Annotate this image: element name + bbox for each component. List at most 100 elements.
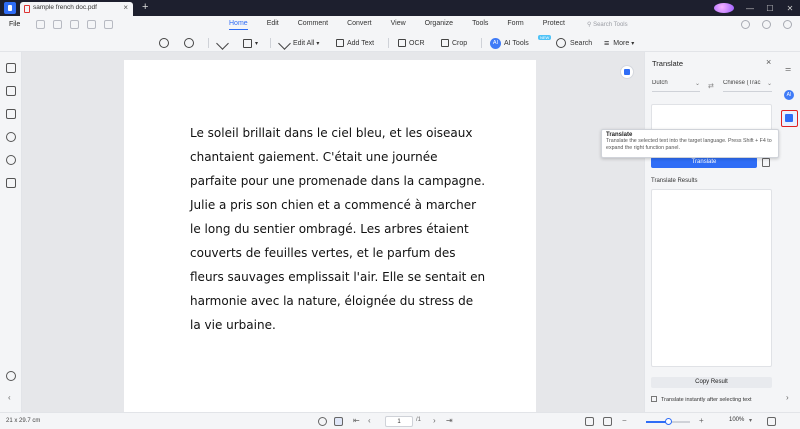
next-page-icon[interactable]: › — [433, 416, 436, 425]
copy-result-button[interactable]: Copy Result — [651, 377, 772, 388]
highlight-button[interactable] — [216, 36, 231, 50]
translate-instantly-option[interactable]: Translate instantly after selecting text — [651, 396, 752, 403]
document-tab[interactable]: sample french doc.pdf × — [20, 2, 133, 16]
swap-languages-icon[interactable]: ⇄ — [708, 82, 714, 90]
shape-button[interactable]: ▾ — [243, 36, 258, 50]
target-language-value: Chinese (Trac — [723, 80, 761, 86]
current-page: 1 — [397, 419, 401, 425]
translate-float-icon[interactable] — [620, 65, 634, 79]
more-label: More — [613, 39, 630, 47]
add-text-icon — [336, 39, 344, 47]
translate-icon[interactable] — [781, 110, 798, 127]
redo-icon[interactable] — [104, 20, 113, 29]
translate-results-box[interactable] — [651, 189, 772, 367]
new-tab-button[interactable]: + — [142, 0, 148, 15]
layers-icon[interactable] — [6, 178, 16, 188]
chevron-down-icon: ▾ — [316, 40, 320, 47]
save-icon[interactable] — [36, 20, 45, 29]
account-icon[interactable] — [783, 20, 792, 29]
crop-button[interactable]: Crop — [441, 36, 467, 50]
tab-form[interactable]: Form — [507, 20, 523, 27]
zoom-in-button[interactable] — [184, 36, 194, 50]
attachment-icon[interactable] — [6, 132, 16, 142]
toolbar-divider — [208, 38, 209, 48]
properties-icon[interactable]: ⚌ — [785, 65, 791, 73]
ocr-icon — [398, 39, 406, 47]
tab-protect[interactable]: Protect — [543, 20, 565, 27]
source-text-input[interactable] — [651, 104, 772, 132]
add-text-button[interactable]: Add Text — [336, 36, 374, 50]
chevron-down-icon[interactable]: ▾ — [749, 417, 752, 424]
page-text[interactable]: Le soleil brillait dans le ciel bleu, et… — [190, 121, 486, 337]
previous-page-icon[interactable]: ‹ — [368, 416, 371, 425]
ai-assistant-icon[interactable]: AI — [784, 90, 794, 100]
fit-width-icon[interactable] — [603, 417, 612, 426]
minimize-icon[interactable]: — — [740, 4, 760, 13]
tab-tools[interactable]: Tools — [472, 20, 488, 27]
document-viewport[interactable]: Le soleil brillait dans le ciel bleu, et… — [22, 52, 644, 412]
page-thumbnails-icon[interactable] — [6, 63, 16, 73]
comment-icon[interactable] — [6, 109, 16, 119]
avatar[interactable] — [714, 3, 734, 13]
select-tool-icon[interactable] — [334, 417, 343, 426]
tooltip-body: Translate the selected text into the tar… — [606, 138, 772, 151]
search-label: Search — [570, 39, 593, 47]
target-language-select[interactable]: Chinese (Trac ⌄ — [723, 80, 772, 92]
tab-edit[interactable]: Edit — [267, 20, 279, 27]
zoom-out-button[interactable] — [159, 36, 169, 50]
bookmark-icon[interactable] — [6, 86, 16, 96]
first-page-icon[interactable]: ⇤ — [353, 416, 360, 425]
app-logo-icon — [4, 2, 16, 14]
collapse-left-icon[interactable]: ‹ — [8, 393, 11, 402]
help-icon[interactable] — [6, 371, 16, 381]
zoom-in-small-icon[interactable]: + — [699, 416, 704, 425]
zoom-out-small-icon[interactable]: − — [622, 416, 627, 425]
source-language-select[interactable]: Dutch ⌄ — [652, 80, 700, 92]
tab-organize[interactable]: Organize — [425, 20, 453, 27]
close-window-icon[interactable]: ✕ — [780, 4, 800, 13]
close-panel-icon[interactable]: × — [766, 57, 771, 67]
source-language-value: Dutch — [652, 80, 668, 86]
toolbar: ▾ Edit All ▾ Add Text OCR Crop AI AI Tools… — [0, 34, 800, 52]
document-tab-title: sample french doc.pdf — [33, 4, 97, 11]
window-controls: — ☐ ✕ — [714, 0, 800, 16]
undo-icon[interactable] — [87, 20, 96, 29]
search-tools-placeholder: Search Tools — [593, 22, 628, 28]
zoom-slider-handle[interactable] — [664, 418, 672, 425]
ai-icon: AI — [490, 37, 501, 49]
cloud-icon[interactable] — [741, 20, 750, 29]
tab-view[interactable]: View — [391, 20, 406, 27]
translate-button[interactable]: Translate — [651, 157, 757, 168]
instant-translate-checkbox[interactable] — [651, 396, 657, 402]
toolbar-divider — [481, 38, 482, 48]
new-badge: NEW — [538, 35, 552, 40]
page-number-input[interactable]: 1 — [385, 416, 413, 427]
more-button[interactable]: ≡ More ▾ — [604, 36, 634, 50]
close-tab-icon[interactable]: × — [123, 3, 128, 12]
edit-all-button[interactable]: Edit All ▾ — [278, 36, 320, 50]
notification-icon[interactable] — [762, 20, 771, 29]
highlighter-icon — [216, 36, 229, 50]
search-button[interactable]: Search — [556, 36, 592, 50]
file-menu[interactable]: File — [9, 21, 20, 28]
ocr-button[interactable]: OCR — [398, 36, 425, 50]
tab-convert[interactable]: Convert — [347, 20, 372, 27]
search-tools-input[interactable]: ⚲ Search Tools — [587, 21, 628, 28]
page-layout-icon[interactable] — [585, 417, 594, 426]
maximize-icon[interactable]: ☐ — [760, 4, 780, 13]
fullscreen-icon[interactable] — [767, 417, 776, 426]
zoom-slider[interactable] — [646, 418, 690, 425]
print-icon[interactable] — [53, 20, 62, 29]
hand-tool-icon[interactable] — [318, 417, 327, 426]
document-page[interactable]: Le soleil brillait dans le ciel bleu, et… — [124, 60, 536, 412]
search-icon[interactable] — [6, 155, 16, 165]
trash-icon[interactable] — [762, 158, 770, 167]
tab-home[interactable]: Home — [229, 20, 248, 30]
ai-tools-button[interactable]: AI AI Tools NEW — [490, 35, 552, 50]
menu-bar: File Home Edit Comment Convert View Orga… — [0, 16, 800, 34]
last-page-icon[interactable]: ⇥ — [446, 416, 453, 425]
share-icon[interactable] — [70, 20, 79, 29]
tab-comment[interactable]: Comment — [298, 20, 328, 27]
collapse-right-icon[interactable]: › — [786, 393, 789, 402]
zoom-level[interactable]: 100% — [729, 417, 744, 423]
